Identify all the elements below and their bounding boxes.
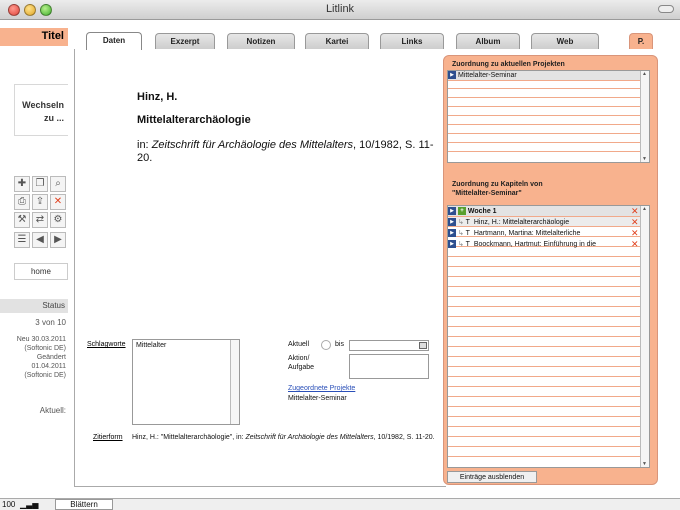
chapter-item-type: T bbox=[465, 230, 470, 237]
zitierform-link[interactable]: Zitierform bbox=[93, 434, 123, 441]
project-item-label: Mittelalter-Seminar bbox=[457, 72, 517, 79]
indent-icon: ↳ bbox=[457, 219, 464, 226]
chapter-item-label: Hinz, H.: Mittelalterarchäologie bbox=[473, 219, 570, 226]
tab-daten[interactable]: Daten bbox=[86, 32, 142, 50]
previous-icon[interactable]: ◀ bbox=[32, 232, 48, 248]
add-chapter-icon[interactable]: + bbox=[457, 207, 466, 216]
titel-button[interactable]: Titel bbox=[0, 28, 68, 46]
swap-icon[interactable]: ⇄ bbox=[32, 212, 48, 228]
zugeordnete-projekte-value: Mittelalter-Seminar bbox=[288, 395, 347, 402]
aufgabe-label: Aufgabe bbox=[288, 364, 315, 371]
aktuell-radio[interactable] bbox=[321, 340, 331, 350]
remove-entry-icon[interactable]: ✕ bbox=[631, 229, 639, 238]
remove-entry-icon[interactable]: ✕ bbox=[631, 240, 639, 249]
home-button[interactable]: home bbox=[14, 263, 68, 280]
zitierform-prefix: Hinz, H.: "Mittelalterarchäologie", in: bbox=[132, 434, 246, 441]
citation-prefix: in: bbox=[137, 139, 152, 151]
bis-label: bis bbox=[335, 341, 344, 348]
zugeordnete-projekte-link[interactable]: Zugeordnete Projekte bbox=[288, 385, 355, 392]
zitierform-suffix: , 10/1982, S. 11-20. bbox=[373, 434, 435, 441]
aktuell-field-label: Aktuell bbox=[288, 341, 310, 348]
zitierform-value: Hinz, H.: "Mittelalterarchäologie", in: … bbox=[132, 433, 442, 443]
chapter-item-type: T bbox=[465, 241, 470, 248]
chapter-group[interactable]: ▶ + Woche 1 bbox=[448, 207, 497, 217]
duplicate-icon[interactable]: ❐ bbox=[32, 176, 48, 192]
tab-links[interactable]: Links bbox=[380, 33, 444, 49]
record-title: Mittelalterarchäologie bbox=[137, 114, 251, 126]
list-icon[interactable]: ☰ bbox=[14, 232, 30, 248]
aktuell-label: Aktuell: bbox=[39, 406, 66, 415]
chapters-title-line1: Zuordnung zu Kapiteln von bbox=[452, 181, 543, 188]
project-item[interactable]: ▶ Mittelalter-Seminar bbox=[448, 71, 517, 81]
chapters-scrollbar[interactable]: ▲ ▼ bbox=[640, 206, 649, 467]
record-panel bbox=[74, 49, 446, 487]
aktion-field[interactable] bbox=[349, 354, 429, 379]
mode-button[interactable]: Blättern bbox=[55, 499, 113, 510]
open-project-icon[interactable]: ▶ bbox=[448, 71, 456, 80]
chapter-item[interactable]: ▶ ↳ T Hinz, H.: Mittelalterarchäologie bbox=[448, 218, 569, 228]
new-record-icon[interactable]: ✚ bbox=[14, 176, 30, 192]
status-label: Status bbox=[0, 299, 68, 313]
zitierform-journal: Zeitschrift für Archäologie des Mittelal… bbox=[245, 434, 374, 441]
record-position: 3 von 10 bbox=[35, 318, 66, 327]
schlagworte-field[interactable]: Mittelalter bbox=[132, 339, 240, 425]
record-citation: in: Zeitschrift für Archäologie des Mitt… bbox=[137, 139, 437, 165]
open-group-icon[interactable]: ▶ bbox=[448, 207, 456, 216]
created-by: (Softonic DE) bbox=[24, 345, 66, 352]
changed-date: 01.04.2011 bbox=[31, 363, 66, 370]
open-entry-icon[interactable]: ▶ bbox=[448, 240, 456, 249]
gear-icon[interactable]: ⚙ bbox=[50, 212, 66, 228]
print-icon[interactable]: ⎙ bbox=[14, 194, 30, 210]
open-entry-icon[interactable]: ▶ bbox=[448, 229, 456, 238]
created-date: Neu 30.03.2011 bbox=[16, 336, 66, 343]
changed-label: Geändert bbox=[36, 354, 66, 361]
calendar-icon[interactable] bbox=[419, 342, 427, 349]
find-icon[interactable]: ⌕ bbox=[50, 176, 66, 192]
tools-icon[interactable]: ⚒ bbox=[14, 212, 30, 228]
chapter-group-label: Woche 1 bbox=[467, 208, 497, 215]
status-bar: 100 ▁▃▅ Blättern bbox=[0, 498, 680, 510]
tab-projekte[interactable]: P. bbox=[629, 33, 653, 49]
bis-date-field[interactable] bbox=[349, 340, 429, 351]
tab-album[interactable]: Album bbox=[456, 33, 520, 49]
wechseln-button[interactable]: Wechseln zu ... bbox=[14, 84, 68, 136]
chapter-item-type: T bbox=[465, 219, 470, 226]
indent-icon: ↳ bbox=[457, 230, 464, 237]
chapter-item[interactable]: ▶ ↳ T Boockmann, Hartmut: Einführung in … bbox=[448, 240, 596, 250]
record-author: Hinz, H. bbox=[137, 91, 178, 103]
delete-icon[interactable]: ✕ bbox=[50, 194, 66, 210]
changed-by: (Softonic DE) bbox=[24, 372, 66, 379]
aktion-label: Aktion/ bbox=[288, 355, 310, 362]
hide-entries-button[interactable]: Einträge ausblenden bbox=[447, 471, 537, 483]
tab-exzerpt[interactable]: Exzerpt bbox=[155, 33, 215, 49]
projects-scrollbar[interactable]: ▲ ▼ bbox=[640, 71, 649, 162]
schlagworte-value: Mittelalter bbox=[136, 342, 167, 349]
indent-icon: ↳ bbox=[457, 241, 464, 248]
toolbar-toggle-button[interactable] bbox=[658, 5, 674, 13]
chapters-title-line2: "Mittelalter-Seminar" bbox=[452, 190, 522, 197]
schlagworte-link[interactable]: Schlagworte bbox=[87, 341, 126, 348]
tab-kartei[interactable]: Kartei bbox=[305, 33, 369, 49]
schlagworte-scrollbar[interactable] bbox=[230, 340, 239, 424]
citation-journal: Zeitschrift für Archäologie des Mittelal… bbox=[151, 139, 354, 151]
window-title: Litlink bbox=[325, 3, 355, 15]
tab-notizen[interactable]: Notizen bbox=[227, 33, 295, 49]
projects-list[interactable]: ▲ ▼ bbox=[447, 70, 650, 163]
tab-web[interactable]: Web bbox=[531, 33, 599, 49]
remove-group-icon[interactable]: ✕ bbox=[631, 207, 639, 216]
chapter-item[interactable]: ▶ ↳ T Hartmann, Martina: Mittelalterlich… bbox=[448, 229, 580, 239]
chapter-item-label: Boockmann, Hartmut: Einführung in die bbox=[473, 241, 597, 248]
export-icon[interactable]: ⇪ bbox=[32, 194, 48, 210]
open-entry-icon[interactable]: ▶ bbox=[448, 218, 456, 227]
window-titlebar: Litlink bbox=[0, 0, 680, 20]
remove-entry-icon[interactable]: ✕ bbox=[631, 218, 639, 227]
zoom-controls-icon[interactable]: ▁▃▅ bbox=[20, 500, 38, 509]
chapter-item-label: Hartmann, Martina: Mittelalterliche bbox=[473, 230, 581, 237]
zoom-level[interactable]: 100 bbox=[2, 500, 15, 509]
next-icon[interactable]: ▶ bbox=[50, 232, 66, 248]
projects-title: Zuordnung zu aktuellen Projekten bbox=[452, 61, 565, 68]
